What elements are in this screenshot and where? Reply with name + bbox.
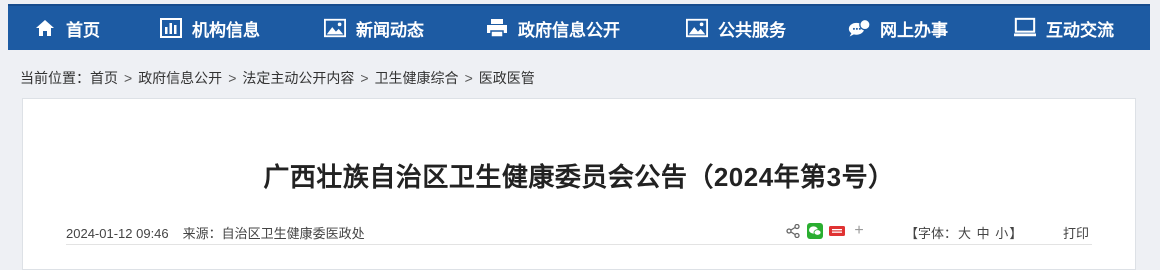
nav-label: 首页: [66, 20, 100, 40]
font-size-suffix: 】: [1009, 226, 1023, 241]
nav-online-service[interactable]: 网上办事: [848, 6, 948, 50]
nav-label: 机构信息: [192, 20, 260, 40]
share-icon[interactable]: [785, 223, 801, 239]
image-icon: [324, 17, 346, 39]
breadcrumb: 当前位置：首页 > 政府信息公开 > 法定主动公开内容 > 卫生健康综合 > 医政医管: [20, 68, 535, 88]
font-small-button[interactable]: 小: [995, 226, 1008, 241]
breadcrumb-prefix: 当前位置：: [20, 70, 90, 86]
nav-home[interactable]: 首页: [34, 6, 100, 50]
breadcrumb-separator: >: [124, 70, 133, 86]
font-medium-button[interactable]: 中: [977, 226, 990, 241]
nav-public-service[interactable]: 公共服务: [686, 6, 786, 50]
bar-chart-icon: [160, 17, 182, 39]
nav-label: 互动交流: [1046, 20, 1114, 40]
breadcrumb-home[interactable]: 首页: [90, 68, 118, 88]
monitor-icon: [1014, 17, 1036, 39]
breadcrumb-separator: >: [360, 70, 369, 86]
font-size-prefix: 【字体：: [905, 226, 958, 241]
more-share-icon[interactable]: +: [851, 222, 867, 239]
breadcrumb-statutory-content[interactable]: 法定主动公开内容: [242, 68, 354, 88]
top-nav: 首页 机构信息 新闻动态 政府信息公开 公共服务 网上办事 互动交流: [8, 4, 1150, 50]
breadcrumb-medical-admin[interactable]: 医政医管: [479, 68, 535, 88]
nav-org-info[interactable]: 机构信息: [160, 6, 260, 50]
nav-news[interactable]: 新闻动态: [324, 6, 424, 50]
breadcrumb-separator: >: [228, 70, 237, 86]
nav-label: 新闻动态: [356, 20, 424, 40]
nav-label: 公共服务: [718, 20, 786, 40]
divider: [66, 244, 1092, 245]
breadcrumb-separator: >: [464, 70, 473, 86]
font-size-control: 【字体：大 中 小】: [905, 223, 1022, 242]
nav-interaction[interactable]: 互动交流: [1014, 6, 1114, 50]
publish-date: 2024-01-12 09:46: [66, 226, 169, 241]
nav-gov-info-open[interactable]: 政府信息公开: [486, 6, 620, 50]
printer-icon: [486, 17, 508, 39]
nav-label: 政府信息公开: [518, 20, 620, 40]
article-panel: 广西壮族自治区卫生健康委员会公告（2024年第3号） 2024-01-12 09…: [22, 98, 1136, 270]
share-bar: +: [785, 222, 867, 239]
breadcrumb-health-general[interactable]: 卫生健康综合: [375, 68, 459, 88]
page-title: 广西壮族自治区卫生健康委员会公告（2024年第3号）: [263, 162, 895, 192]
source-value: 自治区卫生健康委医政处: [221, 226, 365, 241]
breadcrumb-gov-info-open[interactable]: 政府信息公开: [138, 68, 222, 88]
print-button[interactable]: 打印: [1063, 223, 1089, 242]
font-large-button[interactable]: 大: [958, 226, 971, 241]
article-meta: 2024-01-12 09:46 来源：自治区卫生健康委医政处: [66, 223, 365, 242]
image-icon: [686, 17, 708, 39]
toutiao-icon[interactable]: [829, 223, 845, 239]
nav-label: 网上办事: [880, 20, 948, 40]
chat-bubbles-icon: [848, 17, 870, 39]
wechat-icon[interactable]: [807, 223, 823, 239]
source-label: 来源：: [182, 226, 222, 241]
home-icon: [34, 17, 56, 39]
